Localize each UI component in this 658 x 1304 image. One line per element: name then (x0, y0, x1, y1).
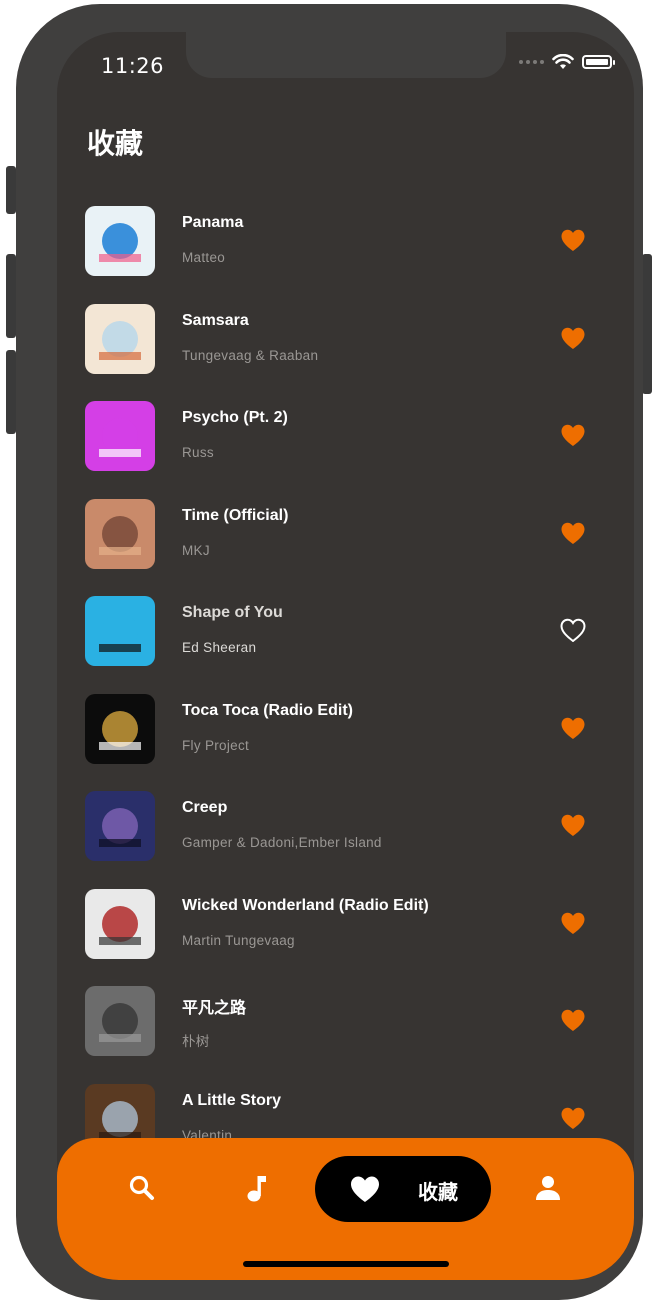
song-row[interactable]: Panama Matteo (57, 194, 634, 292)
mute-switch (6, 166, 16, 214)
volume-down-button (6, 350, 16, 434)
page-title: 收藏 (87, 127, 144, 160)
status-time: 11:26 (101, 54, 165, 78)
song-row[interactable]: Creep Gamper & Dadoni,Ember Island (57, 779, 634, 877)
song-artist: Russ (182, 445, 214, 460)
signal-icon (519, 60, 544, 64)
song-artist: Tungevaag & Raaban (182, 347, 319, 363)
battery-icon (582, 55, 615, 69)
favorites-list: Panama Matteo Samsara Tungevaag & Raaban Psy… (57, 194, 634, 1169)
heart-filled-icon[interactable] (560, 521, 586, 545)
home-indicator (243, 1261, 449, 1267)
song-title: Samsara (182, 311, 249, 329)
song-row[interactable]: Toca Toca (Radio Edit) Fly Project (57, 682, 634, 780)
heart-icon (351, 1176, 379, 1202)
song-artist: Martin Tungevaag (182, 932, 295, 948)
song-artist: Ed Sheeran (182, 640, 257, 655)
album-cover (85, 401, 155, 471)
song-title: Psycho (Pt. 2) (182, 409, 288, 426)
notch (186, 32, 506, 78)
song-title: Panama (182, 214, 244, 231)
song-row[interactable]: Shape of You Ed Sheeran (57, 584, 634, 682)
tab-favorites[interactable]: 收藏 (315, 1156, 491, 1222)
music-note-icon (247, 1176, 266, 1202)
song-row[interactable]: Wicked Wonderland (Radio Edit) Martin Tun… (57, 877, 634, 975)
album-cover (85, 303, 155, 374)
power-button (642, 254, 652, 394)
heart-filled-icon[interactable] (560, 813, 586, 837)
song-title: A Little Story (182, 1091, 281, 1109)
heart-filled-icon[interactable] (560, 423, 586, 447)
heart-filled-icon[interactable] (560, 716, 586, 740)
search-icon (129, 1175, 154, 1200)
song-title: Toca Toca (Radio Edit) (182, 701, 353, 719)
song-artist: MKJ (182, 542, 210, 558)
song-artist: 朴树 (182, 1034, 210, 1049)
album-cover (85, 693, 155, 764)
album-cover (85, 791, 155, 861)
heart-filled-icon[interactable] (560, 228, 586, 252)
song-title: 平凡之路 (182, 1000, 247, 1017)
song-row[interactable]: Time (Official) MKJ (57, 487, 634, 585)
heart-filled-icon[interactable] (560, 1008, 586, 1032)
tab-music[interactable] (232, 1138, 282, 1238)
song-row[interactable]: Psycho (Pt. 2) Russ (57, 389, 634, 487)
heart-filled-icon[interactable] (560, 1106, 586, 1130)
song-artist: Matteo (182, 250, 226, 265)
person-icon (536, 1176, 560, 1200)
wifi-icon (552, 54, 574, 69)
tab-favorites-label: 收藏 (418, 1180, 458, 1204)
heart-filled-icon[interactable] (560, 911, 586, 935)
app-screen: 11:26 收藏 Panama Matteo Samsara Tungevaag & … (57, 32, 634, 1280)
album-cover (85, 888, 155, 959)
album-cover (85, 986, 155, 1056)
tab-profile[interactable] (523, 1138, 573, 1238)
song-title: Time (Official) (182, 506, 289, 524)
heart-outline-icon[interactable] (560, 618, 586, 642)
heart-filled-icon[interactable] (560, 326, 586, 350)
song-artist: Fly Project (182, 737, 250, 753)
status-icons (519, 54, 615, 70)
song-row[interactable]: 平凡之路 朴树 (57, 974, 634, 1072)
phone-frame: 11:26 收藏 Panama Matteo Samsara Tungevaag & … (16, 4, 643, 1300)
song-title: Shape of You (182, 604, 283, 621)
album-cover (85, 596, 155, 666)
song-title: Creep (182, 799, 228, 816)
song-artist: Gamper & Dadoni,Ember Island (182, 835, 382, 850)
volume-up-button (6, 254, 16, 338)
tab-search[interactable] (117, 1138, 167, 1238)
song-title: Wicked Wonderland (Radio Edit) (182, 896, 429, 914)
song-row[interactable]: Samsara Tungevaag & Raaban (57, 292, 634, 390)
bottom-tab-bar: 收藏 (57, 1138, 634, 1280)
album-cover (85, 206, 155, 276)
album-cover (85, 498, 155, 569)
